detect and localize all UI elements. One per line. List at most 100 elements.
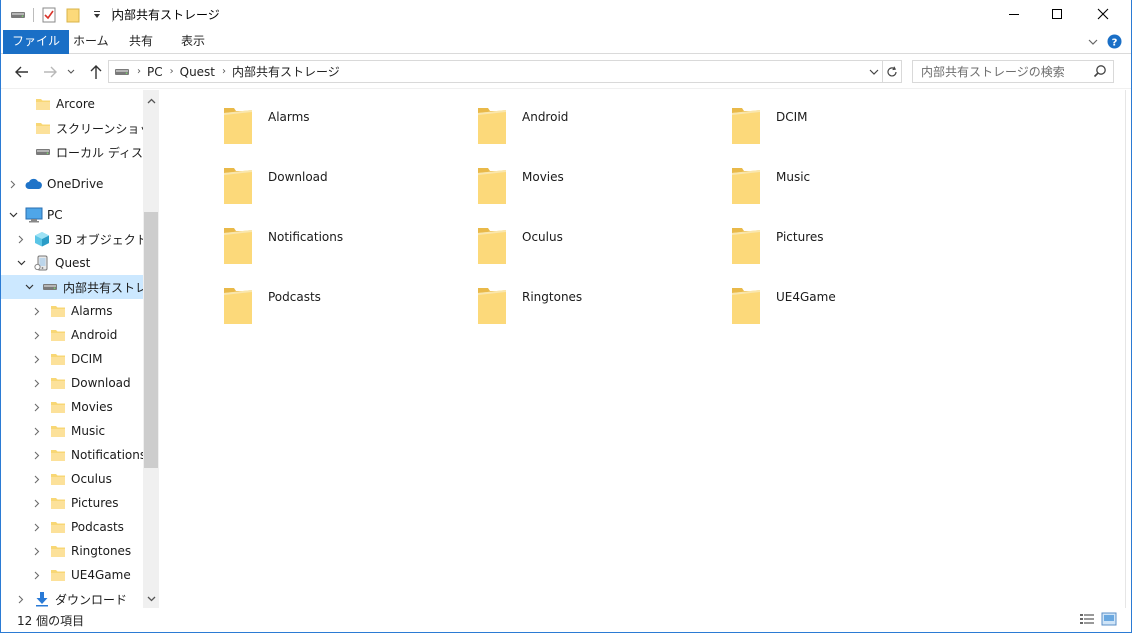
- large-icons-view-icon[interactable]: [1101, 612, 1117, 629]
- nav-item[interactable]: ダウンロード: [1, 587, 143, 608]
- nav-item[interactable]: Movies: [1, 395, 143, 419]
- refresh-button[interactable]: [883, 60, 902, 83]
- tab-file[interactable]: ファイル: [3, 30, 70, 54]
- folder-icon: [476, 162, 508, 206]
- nav-item[interactable]: ローカル ディスク (E: [1, 140, 143, 164]
- nav-item[interactable]: Alarms: [1, 299, 143, 323]
- chevron-down-icon[interactable]: [7, 209, 19, 221]
- folder-icon: [49, 399, 67, 415]
- content-scrollbar: [1125, 90, 1131, 608]
- breadcrumb-separator[interactable]: ›: [137, 66, 141, 77]
- nav-item[interactable]: 内部共有ストレ-: [1, 275, 143, 299]
- search-box[interactable]: [912, 60, 1114, 83]
- breadcrumb-internal-storage[interactable]: 内部共有ストレージ: [232, 63, 340, 80]
- nav-item[interactable]: Quest: [1, 251, 143, 275]
- drive-icon[interactable]: [9, 6, 27, 24]
- chevron-right-icon[interactable]: [31, 425, 43, 437]
- nav-item-label: Oculus: [71, 472, 112, 486]
- scroll-thumb[interactable]: [144, 212, 158, 468]
- recent-locations-button[interactable]: [64, 61, 78, 83]
- breadcrumb-quest[interactable]: Quest: [180, 65, 215, 79]
- back-button[interactable]: [11, 61, 33, 83]
- up-button[interactable]: [85, 61, 107, 83]
- address-bar[interactable]: › PC › Quest › 内部共有ストレージ: [108, 60, 883, 83]
- nav-item[interactable]: Podcasts: [1, 515, 143, 539]
- nav-item[interactable]: UE4Game: [1, 563, 143, 587]
- maximize-button[interactable]: [1034, 0, 1080, 28]
- tab-view[interactable]: 表示: [171, 30, 215, 54]
- tab-share[interactable]: 共有: [119, 30, 163, 54]
- minimize-button[interactable]: [991, 0, 1037, 28]
- folder-icon: [222, 282, 254, 326]
- chevron-right-icon[interactable]: [7, 178, 19, 190]
- chevron-down-icon: [869, 69, 879, 75]
- nav-item[interactable]: 3D オブジェクト: [1, 227, 143, 251]
- nav-item[interactable]: Arcore: [1, 92, 143, 116]
- nav-item[interactable]: PC: [1, 203, 143, 227]
- nav-item-label: Alarms: [71, 304, 113, 318]
- chevron-right-icon[interactable]: [15, 233, 27, 245]
- nav-item[interactable]: Android: [1, 323, 143, 347]
- properties-icon[interactable]: [40, 6, 58, 24]
- folder-tile[interactable]: Podcasts: [161, 270, 401, 324]
- scroll-up-arrow[interactable]: [143, 93, 159, 109]
- folder-tile[interactable]: Movies: [415, 150, 655, 204]
- forward-button[interactable]: [39, 61, 61, 83]
- folder-tile[interactable]: Pictures: [669, 210, 909, 264]
- chevron-right-icon[interactable]: [31, 521, 43, 533]
- details-view-icon[interactable]: [1079, 612, 1095, 629]
- breadcrumb-pc[interactable]: PC: [147, 65, 163, 79]
- nav-item[interactable]: DCIM: [1, 347, 143, 371]
- nav-item[interactable]: OneDrive: [1, 172, 143, 196]
- customize-qat-icon[interactable]: [88, 6, 106, 24]
- chevron-right-icon[interactable]: [31, 377, 43, 389]
- folder-tile[interactable]: Oculus: [415, 210, 655, 264]
- chevron-down-icon[interactable]: [23, 281, 35, 293]
- chevron-right-icon[interactable]: [31, 329, 43, 341]
- folder-tile[interactable]: DCIM: [669, 90, 909, 144]
- close-button[interactable]: [1080, 0, 1126, 28]
- chevron-right-icon[interactable]: [31, 497, 43, 509]
- folder-icon: [49, 327, 67, 343]
- new-folder-icon[interactable]: [64, 6, 82, 24]
- nav-item[interactable]: Notifications: [1, 443, 143, 467]
- chevron-right-icon[interactable]: [31, 569, 43, 581]
- scroll-down-arrow[interactable]: [143, 591, 159, 607]
- chevron-right-icon[interactable]: [15, 593, 27, 605]
- address-dropdown-button[interactable]: [865, 61, 882, 82]
- chevron-down-icon: [67, 69, 75, 74]
- nav-item[interactable]: Oculus: [1, 467, 143, 491]
- nav-item[interactable]: スクリーンショット: [1, 116, 143, 140]
- folder-name: Download: [268, 170, 328, 184]
- nav-item[interactable]: Music: [1, 419, 143, 443]
- folder-icon: [49, 375, 67, 391]
- folder-tile[interactable]: Music: [669, 150, 909, 204]
- help-icon[interactable]: ?: [1107, 34, 1122, 52]
- search-icon[interactable]: [1093, 64, 1107, 81]
- folder-tile[interactable]: Notifications: [161, 210, 401, 264]
- folder-icon: [222, 102, 254, 146]
- tab-home[interactable]: ホーム: [63, 30, 119, 54]
- folder-icon: [34, 120, 52, 136]
- breadcrumb-separator[interactable]: ›: [170, 66, 174, 77]
- breadcrumb-separator[interactable]: ›: [222, 66, 226, 77]
- chevron-right-icon[interactable]: [31, 353, 43, 365]
- chevron-right-icon[interactable]: [31, 545, 43, 557]
- nav-item-label: Download: [71, 376, 131, 390]
- folder-tile[interactable]: Ringtones: [415, 270, 655, 324]
- chevron-right-icon[interactable]: [31, 401, 43, 413]
- folder-tile[interactable]: Download: [161, 150, 401, 204]
- nav-item[interactable]: Pictures: [1, 491, 143, 515]
- chevron-right-icon[interactable]: [31, 305, 43, 317]
- folder-tile[interactable]: Android: [415, 90, 655, 144]
- search-input[interactable]: [913, 61, 1093, 82]
- folder-tile[interactable]: Alarms: [161, 90, 401, 144]
- chevron-right-icon[interactable]: [31, 473, 43, 485]
- nav-item[interactable]: Ringtones: [1, 539, 143, 563]
- chevron-down-icon[interactable]: [15, 257, 27, 269]
- chevron-right-icon[interactable]: [31, 449, 43, 461]
- navigation-scrollbar[interactable]: [143, 90, 159, 608]
- nav-item[interactable]: Download: [1, 371, 143, 395]
- expand-ribbon-icon[interactable]: [1087, 36, 1099, 50]
- folder-tile[interactable]: UE4Game: [669, 270, 909, 324]
